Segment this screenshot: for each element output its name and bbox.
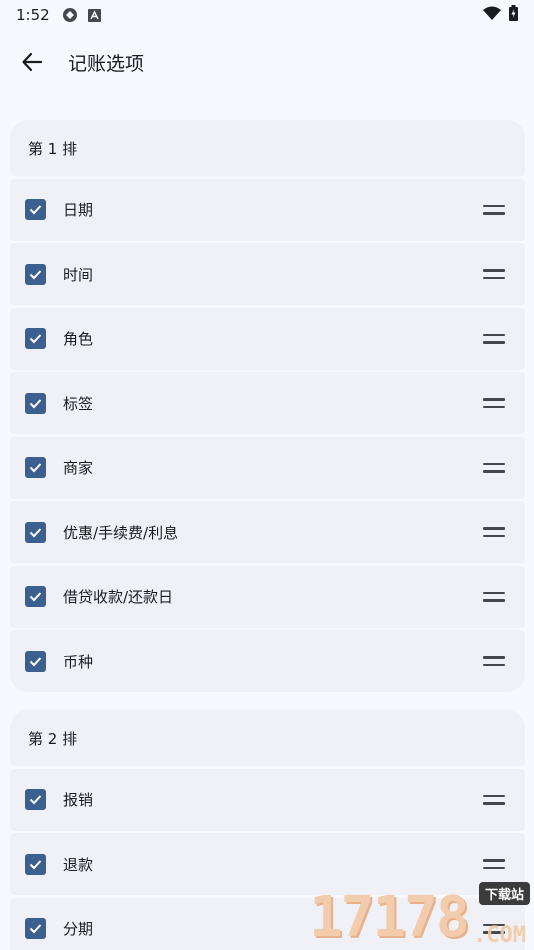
check-icon [29,269,42,279]
option-row-discount-fee-interest[interactable]: 优惠/手续费/利息 [10,501,525,563]
checkbox[interactable] [25,650,46,672]
back-button[interactable] [8,38,56,86]
option-row-tags[interactable]: 标签 [10,372,525,434]
row-label: 优惠/手续费/利息 [63,523,179,542]
arrow-left-icon [22,52,43,72]
drag-handle-icon[interactable] [483,398,505,408]
checkbox[interactable] [25,521,46,543]
option-row-loan-dates[interactable]: 借贷收款/还款日 [10,565,525,628]
status-time: 1:52 [16,6,50,24]
checkbox[interactable] [25,392,46,414]
drag-handle-icon[interactable] [483,591,505,602]
sync-icon [62,7,78,23]
option-row-date[interactable]: 日期 [10,178,525,241]
checkbox[interactable] [25,263,46,285]
group-header: 第 1 排 [10,120,525,176]
drag-handle-icon[interactable] [483,269,505,279]
font-a-icon [87,8,101,22]
option-row-merchant[interactable]: 商家 [10,436,525,499]
watermark-suffix: .COM [473,923,526,948]
check-icon [29,924,42,934]
row-label: 时间 [63,265,94,284]
drag-handle-icon[interactable] [483,859,505,869]
drag-handle-icon[interactable] [483,204,505,215]
checkbox[interactable] [25,789,46,810]
check-icon [29,205,42,215]
row-label: 报销 [63,791,94,809]
check-icon [29,334,42,344]
check-icon [29,527,42,537]
checkbox[interactable] [25,328,46,349]
watermark-logo: 17178 下载站 .COM [309,880,534,950]
checkbox[interactable] [25,199,46,220]
group-header: 第 2 排 [10,710,525,766]
row-label: 标签 [63,394,94,413]
drag-handle-icon[interactable] [483,656,505,666]
option-row-role[interactable]: 角色 [10,307,525,370]
option-row-time[interactable]: 时间 [10,243,525,305]
drag-handle-icon[interactable] [483,462,505,473]
row-label: 借贷收款/还款日 [63,588,174,606]
drag-handle-icon[interactable] [483,794,505,805]
watermark-badge: 下载站 [478,882,530,905]
row-label: 角色 [63,330,94,348]
battery-charging-icon [509,5,518,25]
row-label: 商家 [63,459,94,477]
check-icon [29,859,42,869]
drag-handle-icon[interactable] [483,527,505,537]
row-label: 分期 [63,920,94,938]
checkbox[interactable] [25,853,46,875]
option-row-currency[interactable]: 币种 [10,630,525,692]
row-group-1: 第 1 排 日期 时间 角色 标签 商家 优惠/手续费/利息 借贷收款/还款日 [10,120,525,692]
row-label: 日期 [63,201,94,219]
check-icon [29,398,42,408]
status-bar: 1:52 [0,0,534,30]
check-icon [29,463,42,473]
option-row-reimburse[interactable]: 报销 [10,768,525,831]
checkbox[interactable] [25,918,46,939]
check-icon [29,795,42,805]
check-icon [29,656,42,666]
row-label: 退款 [63,855,94,874]
drag-handle-icon[interactable] [483,333,505,344]
check-icon [29,592,42,602]
row-label: 币种 [63,652,94,671]
watermark-digits: 17178 [309,885,470,950]
checkbox[interactable] [25,457,46,478]
wifi-icon [483,6,501,24]
page-title: 记账选项 [68,52,145,75]
checkbox[interactable] [25,586,46,607]
app-bar: 记账选项 [0,36,534,88]
